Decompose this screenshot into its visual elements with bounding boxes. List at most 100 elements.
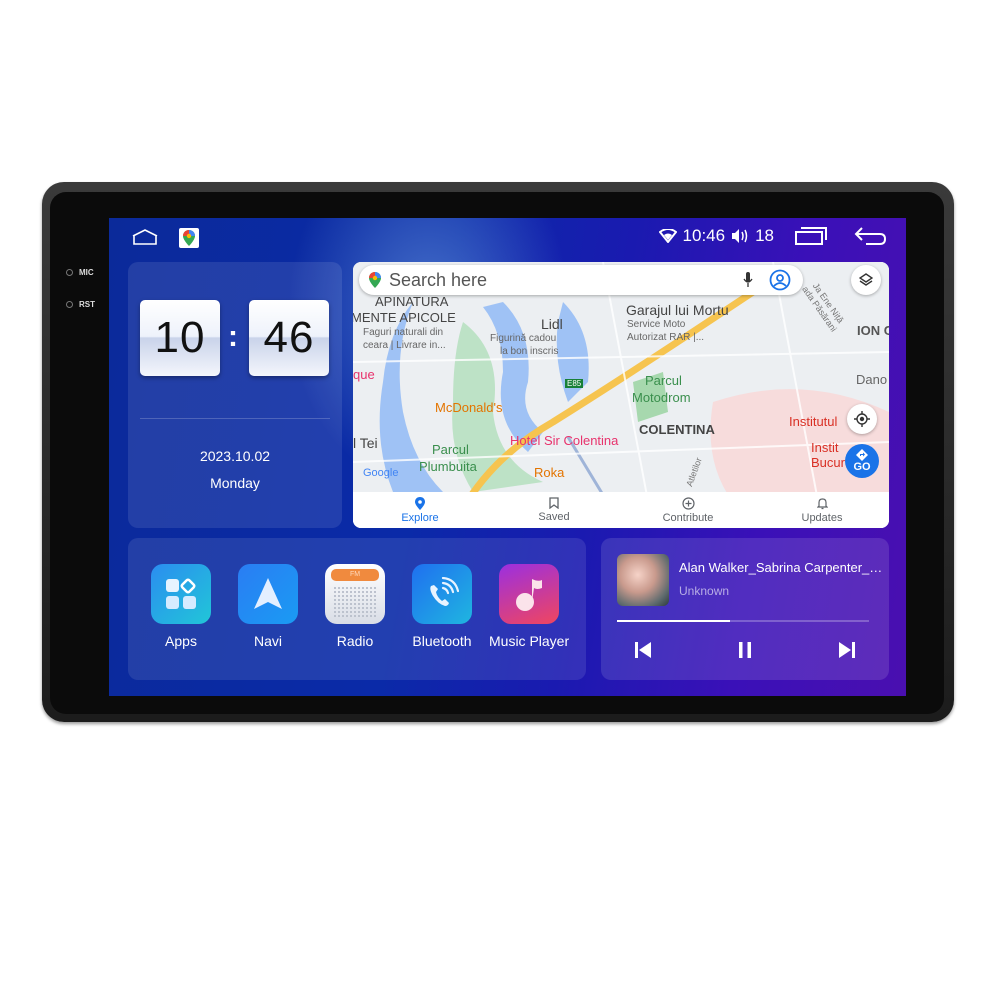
fm-radio-icon: FM xyxy=(325,564,385,624)
app-label: Bluetooth xyxy=(412,633,472,649)
map-label: Institutul xyxy=(789,414,838,429)
volume-icon[interactable] xyxy=(731,228,749,244)
layers-icon xyxy=(859,273,873,286)
map-label: APINATURA xyxy=(375,294,449,309)
map-label: Instit xyxy=(811,440,839,455)
microphone-icon[interactable] xyxy=(743,272,753,288)
reset-hole xyxy=(66,301,73,308)
tab-label: Contribute xyxy=(662,511,714,524)
apps-grid-icon xyxy=(151,564,211,624)
map-search-bar[interactable]: Search here xyxy=(359,265,803,295)
navigation-arrow-icon xyxy=(238,564,298,624)
my-location-icon xyxy=(854,411,870,427)
song-artist: Unknown xyxy=(679,584,730,598)
status-right: 10:46 18 xyxy=(658,226,888,246)
map-label: Motodrom xyxy=(632,390,691,405)
app-apps[interactable]: Apps xyxy=(141,564,221,649)
wifi-icon xyxy=(658,229,677,243)
app-music-player[interactable]: Music Player xyxy=(489,564,569,649)
app-shortcuts: Apps Navi FM Radio Bluetooth Music Playe… xyxy=(128,538,586,680)
volume-level: 18 xyxy=(755,226,774,245)
bluetooth-phone-icon xyxy=(412,564,472,624)
map-label: Parcul xyxy=(432,442,469,457)
map-label: la bon inscris xyxy=(500,346,559,357)
tab-saved[interactable]: Saved xyxy=(487,492,621,528)
app-label: Apps xyxy=(165,633,197,649)
go-label: GO xyxy=(853,461,871,473)
map-label: Parcul xyxy=(645,373,682,388)
map-label: E85 xyxy=(565,379,584,388)
mic-hole xyxy=(66,269,73,276)
map-label: que xyxy=(353,367,375,382)
bookmark-icon xyxy=(549,497,559,509)
app-navi[interactable]: Navi xyxy=(228,564,308,649)
tab-explore[interactable]: Explore xyxy=(353,492,487,528)
music-note-icon xyxy=(499,564,559,624)
map-label: ION C xyxy=(857,323,889,338)
directions-icon xyxy=(856,449,868,461)
tab-label: Explore xyxy=(401,511,439,524)
map-label: Roka xyxy=(534,465,565,480)
search-input[interactable]: Search here xyxy=(389,270,487,291)
previous-track-icon[interactable] xyxy=(631,638,655,662)
app-bluetooth[interactable]: Bluetooth xyxy=(402,564,482,649)
clock-date: 2023.10.02 xyxy=(199,448,271,464)
map-label: Hotel Sir Colentina xyxy=(510,433,619,448)
add-circle-icon xyxy=(681,496,695,510)
mic-label: MIC xyxy=(66,268,94,277)
home-icon[interactable] xyxy=(131,228,159,246)
status-time: 10:46 xyxy=(682,226,726,245)
clock-weekday: Monday xyxy=(210,475,260,491)
map-label: Lidl xyxy=(541,316,563,332)
google-logo: Google xyxy=(363,467,399,479)
song-title: Alan Walker_Sabrina Carpenter_F... xyxy=(679,560,885,575)
speaker-grille xyxy=(333,586,377,618)
google-maps-icon[interactable] xyxy=(179,228,199,248)
app-label: Navi xyxy=(253,633,282,649)
reset-button[interactable]: RST xyxy=(66,300,95,309)
map-widget[interactable]: APINATURA MENTE APICOLE Faguri naturali … xyxy=(353,262,889,528)
clock-minutes: 46 xyxy=(249,300,329,376)
location-pin-icon xyxy=(415,496,425,510)
tab-label: Updates xyxy=(801,511,843,524)
playback-progress[interactable] xyxy=(617,620,869,622)
maps-pin-icon xyxy=(369,272,381,288)
map-label: Autorizat RAR |... xyxy=(627,332,705,343)
layers-button[interactable] xyxy=(851,265,881,295)
map-label: Service Moto xyxy=(627,319,686,330)
screen: 10:46 18 10 : 46 2023.10.02 Monday APINA… xyxy=(109,218,906,696)
tab-contribute[interactable]: Contribute xyxy=(621,492,755,528)
my-location-button[interactable] xyxy=(847,404,877,434)
app-radio[interactable]: FM Radio xyxy=(315,564,395,649)
go-button[interactable]: GO xyxy=(845,444,879,478)
pause-icon[interactable] xyxy=(733,638,757,662)
rst-text: RST xyxy=(79,300,95,309)
map-bottom-nav: Explore Saved Contribute Updates xyxy=(353,492,889,528)
recent-apps-icon[interactable] xyxy=(794,226,828,246)
map-label: Bucur xyxy=(811,455,845,470)
progress-fill xyxy=(617,620,731,622)
mic-text: MIC xyxy=(79,268,94,277)
clock-divider xyxy=(140,418,330,419)
map-label: COLENTINA xyxy=(639,422,715,437)
back-icon[interactable] xyxy=(854,226,888,246)
clock-separator: : xyxy=(228,320,238,353)
clock-hours: 10 xyxy=(140,300,220,376)
map-label: Garajul lui Mortu xyxy=(626,302,729,318)
map-label: l Tei xyxy=(353,435,378,451)
status-bar: 10:46 18 xyxy=(109,218,906,258)
tab-label: Saved xyxy=(538,511,570,523)
map-label: Figurină cadou xyxy=(490,333,557,344)
map-label: McDonald's xyxy=(435,400,503,415)
map-label: MENTE APICOLE xyxy=(353,310,456,325)
music-widget[interactable]: Alan Walker_Sabrina Carpenter_F... Unkno… xyxy=(601,538,889,680)
map-label: Plumbuita xyxy=(419,459,477,474)
next-track-icon[interactable] xyxy=(835,638,859,662)
clock-widget[interactable]: 10 : 46 2023.10.02 Monday xyxy=(128,262,342,528)
account-icon[interactable] xyxy=(769,269,791,291)
app-label: Radio xyxy=(336,633,374,649)
tab-updates[interactable]: Updates xyxy=(755,492,889,528)
album-art[interactable] xyxy=(617,554,669,606)
map-label: ceara | Livrare in... xyxy=(363,340,446,351)
fm-badge: FM xyxy=(331,569,379,581)
